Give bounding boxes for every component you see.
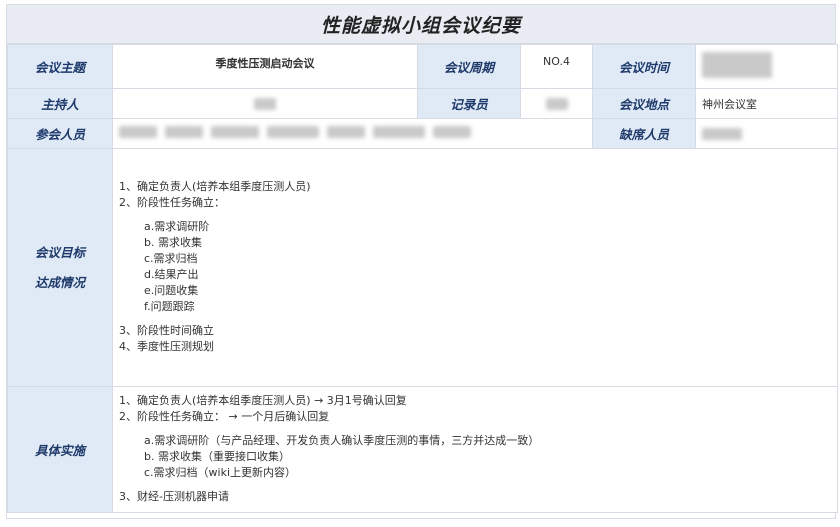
absent-value-redacted[interactable]: [695, 118, 838, 149]
row-implementation: 具体实施 1、确定负责人(培养本组季度压测人员) → 3月1号确认回复 2、阶段…: [7, 386, 838, 513]
redacted-recorder: [545, 98, 568, 110]
goals-subitem: b. 需求收集: [144, 236, 202, 249]
host-label: 主持人: [7, 88, 113, 119]
goals-item: 3、阶段性时间确立: [119, 324, 214, 337]
goals-item: 2、阶段性任务确立：: [119, 196, 225, 209]
meeting-minutes-sheet: 性能虚拟小组会议纪要 会议主题 季度性压测启动会议 会议周期 NO.4 会议时间…: [6, 4, 838, 519]
recorder-label: 记录员: [417, 88, 521, 119]
implementation-subitem: c.需求归档（wiki上更新内容）: [144, 466, 297, 479]
redacted-time: [702, 52, 772, 78]
host-value-redacted[interactable]: [112, 88, 418, 119]
goals-label-line2: 达成情况: [34, 274, 85, 290]
row-host: 主持人 记录员 会议地点 神州会议室: [7, 88, 838, 119]
attendees-label: 参会人员: [7, 118, 113, 149]
time-value-redacted[interactable]: [695, 44, 838, 89]
minutes-table: 会议主题 季度性压测启动会议 会议周期 NO.4 会议时间 主持人 记录员 会议…: [7, 44, 838, 513]
absent-label: 缺席人员: [592, 118, 696, 149]
implementation-subitem: a.需求调研阶（与产品经理、开发负责人确认季度压测的事情，三方并达成一致）: [144, 434, 540, 447]
goals-subitem: e.问题收集: [144, 284, 199, 297]
goals-subitem: c.需求归档: [144, 252, 198, 265]
implementation-item: 2、阶段性任务确立： → 一个月后确认回复: [119, 410, 330, 423]
goals-subitem: a.需求调研阶: [144, 220, 210, 233]
row-topic: 会议主题 季度性压测启动会议 会议周期 NO.4 会议时间: [7, 44, 838, 89]
implementation-item: 1、确定负责人(培养本组季度压测人员) → 3月1号确认回复: [119, 394, 407, 407]
cycle-label: 会议周期: [417, 44, 521, 89]
goals-item: 4、季度性压测规划: [119, 340, 214, 353]
goals-subitem: d.结果产出: [144, 268, 199, 281]
goals-subitem: f.问题跟踪: [144, 300, 195, 313]
topic-value[interactable]: 季度性压测启动会议: [112, 44, 418, 89]
implementation-label: 具体实施: [7, 386, 113, 513]
goals-item: 1、确定负责人(培养本组季度压测人员): [119, 180, 311, 193]
cycle-value[interactable]: NO.4: [520, 44, 593, 89]
goals-label-line1: 会议目标: [34, 244, 85, 260]
implementation-item: 3、财经-压测机器申请: [119, 490, 229, 503]
location-value[interactable]: 神州会议室: [695, 88, 838, 119]
goals-label: 会议目标 达成情况: [7, 148, 113, 387]
recorder-value-redacted[interactable]: [520, 88, 593, 119]
attendees-value-redacted[interactable]: [112, 118, 593, 149]
redacted-attendees: [119, 126, 471, 138]
location-label: 会议地点: [592, 88, 696, 119]
time-label: 会议时间: [592, 44, 696, 89]
goals-content[interactable]: 1、确定负责人(培养本组季度压测人员) 2、阶段性任务确立： a.需求调研阶 b…: [112, 148, 838, 387]
row-goals: 会议目标 达成情况 1、确定负责人(培养本组季度压测人员) 2、阶段性任务确立：…: [7, 148, 838, 387]
implementation-subitem: b. 需求收集（重要接口收集）: [144, 450, 290, 463]
title-bar: 性能虚拟小组会议纪要: [7, 5, 835, 44]
redacted-host: [254, 98, 276, 110]
topic-label: 会议主题: [7, 44, 113, 89]
implementation-content[interactable]: 1、确定负责人(培养本组季度压测人员) → 3月1号确认回复 2、阶段性任务确立…: [112, 386, 838, 513]
page-title: 性能虚拟小组会议纪要: [320, 14, 521, 37]
row-attendees: 参会人员 缺席人员: [7, 118, 838, 149]
redacted-absent: [702, 128, 742, 140]
